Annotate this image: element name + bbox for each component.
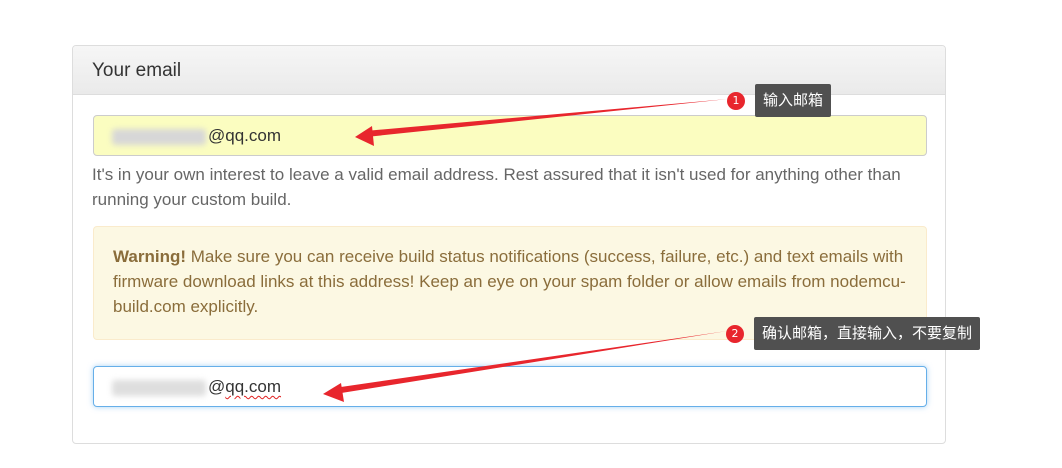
arrow-2 bbox=[334, 331, 727, 394]
annotation-badge: 2 bbox=[726, 324, 744, 343]
annotation-1: 1 输入邮箱 bbox=[727, 84, 832, 117]
annotation-badge: 1 bbox=[727, 91, 745, 110]
arrow-1 bbox=[365, 99, 728, 137]
annotation-tip: 确认邮箱，直接输入，不要复制 bbox=[754, 317, 981, 350]
annotation-tip: 输入邮箱 bbox=[755, 84, 832, 117]
arrow-2-head bbox=[323, 383, 344, 402]
arrow-1-head bbox=[355, 126, 374, 146]
annotation-arrows bbox=[323, 99, 728, 402]
annotation-2: 2 确认邮箱，直接输入，不要复制 bbox=[726, 317, 981, 350]
